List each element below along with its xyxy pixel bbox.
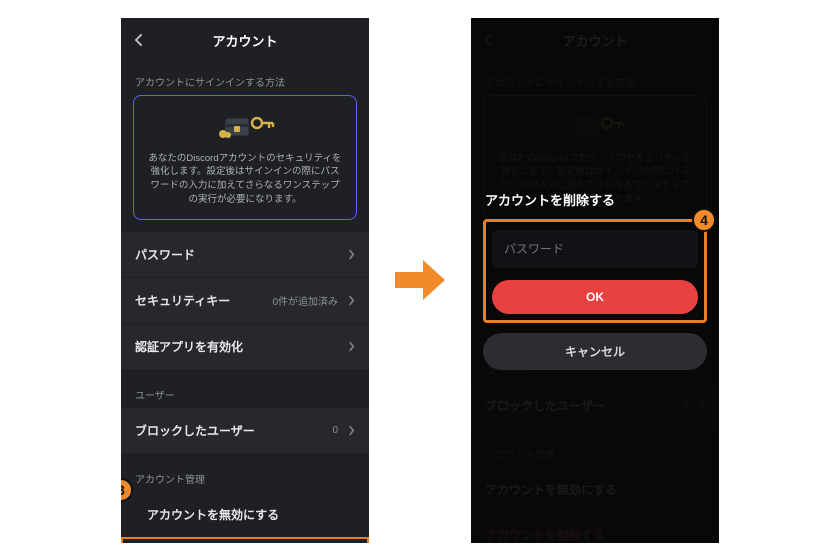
chevron-right-icon <box>348 425 355 436</box>
back-icon[interactable] <box>131 32 147 51</box>
chevron-right-icon <box>348 249 355 260</box>
step-badge-4: 4 <box>692 208 716 232</box>
page-title: アカウント <box>131 31 359 50</box>
cancel-button[interactable]: キャンセル <box>483 333 707 370</box>
arrow-right-icon <box>393 256 447 304</box>
section-mgmt-label: アカウント管理 <box>121 461 369 492</box>
row-auth-app[interactable]: 認証アプリを有効化 <box>121 323 369 369</box>
delete-account-dialog: アカウントを削除する 4 OK キャンセル <box>471 18 719 543</box>
signin-methods-list: パスワード セキュリティキー 0件が追加済み 認証アプリを有効化 <box>121 232 369 369</box>
row-label: パスワード <box>135 246 195 263</box>
row-blocked-users[interactable]: ブロックしたユーザー 0 <box>121 408 369 453</box>
security-hero-card: あなたのDiscordアカウントのセキュリティを強化します。設定後はサインインの… <box>133 95 357 220</box>
hero-description: あなたのDiscordアカウントのセキュリティを強化します。設定後はサインインの… <box>148 152 342 207</box>
row-label: 認証アプリを有効化 <box>135 338 243 355</box>
blocked-count: 0 <box>332 425 338 436</box>
step4-highlight: 4 OK <box>483 219 707 323</box>
chest-key-icon <box>148 108 342 144</box>
ok-button[interactable]: OK <box>492 280 698 314</box>
dialog-title: アカウントを削除する <box>485 190 705 209</box>
chevron-right-icon <box>348 295 355 306</box>
row-label: ブロックしたユーザー <box>135 422 255 439</box>
header: アカウント <box>121 18 369 64</box>
phone-screen-left: アカウント アカウントにサインインする方法 あなたのDiscordアカウントのセ… <box>121 18 369 543</box>
password-input[interactable] <box>492 230 698 268</box>
row-disable-account[interactable]: 3 アカウントを無効にする <box>121 492 369 537</box>
section-signin-label: アカウントにサインインする方法 <box>121 64 369 95</box>
row-password[interactable]: パスワード <box>121 232 369 277</box>
section-user-label: ユーザー <box>121 377 369 408</box>
row-security-key[interactable]: セキュリティキー 0件が追加済み <box>121 277 369 323</box>
row-label: セキュリティキー <box>135 292 230 309</box>
row-delete-account[interactable]: アカウントを削除する <box>121 537 369 543</box>
phone-screen-right: アカウント アカウントにサインインする方法 あなたのDiscordアカウントのセ… <box>471 18 719 543</box>
row-subtext: 0件が追加済み <box>272 293 338 308</box>
chevron-right-icon <box>348 341 355 352</box>
row-label: アカウントを無効にする <box>147 508 279 522</box>
